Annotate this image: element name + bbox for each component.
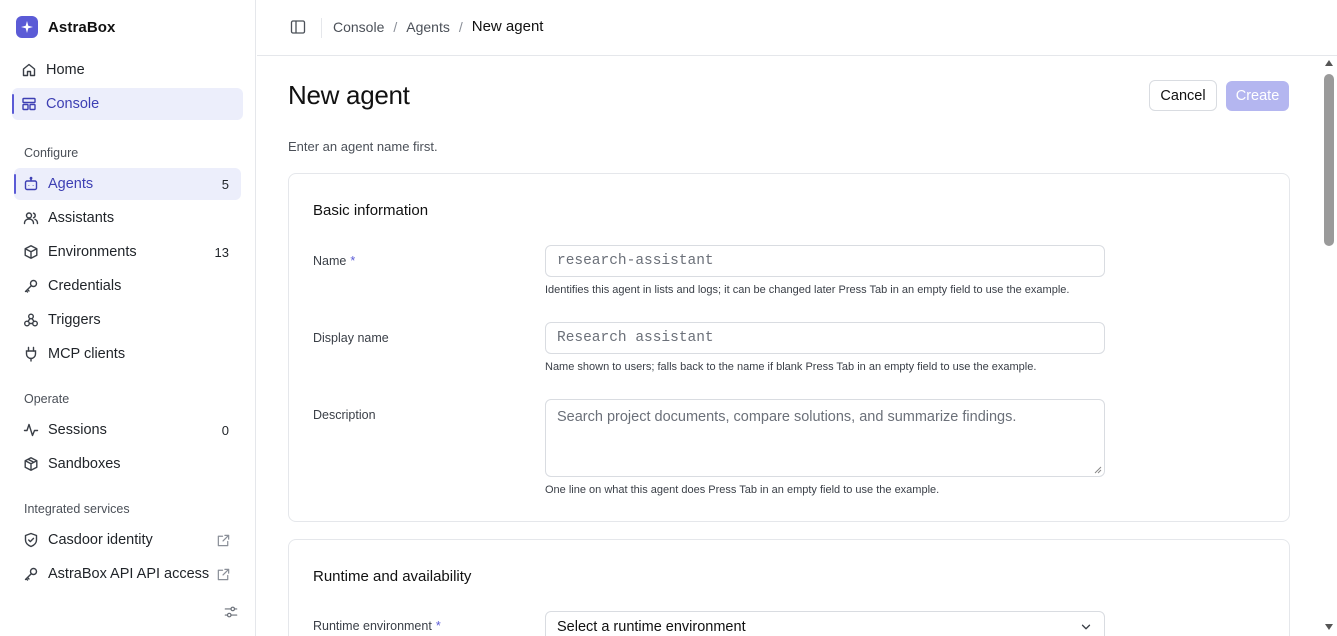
sidebar-item-label: Agents: [48, 176, 94, 192]
brand-name: AstraBox: [48, 18, 116, 36]
sidebar-item-label: Triggers: [48, 312, 101, 328]
scrollbar-thumb[interactable]: [1324, 74, 1334, 246]
breadcrumb: Console / Agents / New agent: [333, 18, 543, 35]
sidebar-item-sandboxes[interactable]: Sandboxes: [14, 448, 245, 480]
key-icon: [23, 566, 39, 582]
sidebar-item-home[interactable]: Home: [12, 54, 243, 86]
create-button[interactable]: Create: [1226, 81, 1289, 111]
sidebar-item-sessions[interactable]: Sessions 0: [14, 414, 241, 446]
required-marker: *: [350, 254, 356, 268]
sidebar-item-label: Credentials: [48, 278, 122, 294]
display-name-label: Display name: [313, 331, 389, 345]
cancel-button[interactable]: Cancel: [1149, 80, 1217, 111]
description-label: Description: [313, 408, 376, 422]
sidebar-item-label: Assistants: [48, 210, 115, 226]
runtime-environment-select[interactable]: Select a runtime environment: [545, 611, 1105, 636]
display-name-input[interactable]: Research assistant: [545, 322, 1105, 354]
runtime-availability-card: Runtime and availability Runtime environ…: [288, 539, 1290, 636]
sidebar-item-label: AstraBox API API access: [48, 566, 210, 582]
breadcrumb-separator: /: [393, 18, 398, 35]
sidebar: AstraBox Home Console Configure Agents 5…: [0, 0, 256, 636]
runtime-environment-label: Runtime environment *: [313, 619, 441, 633]
description-placeholder: Search project documents, compare soluti…: [557, 409, 1017, 425]
environments-count: 13: [214, 244, 229, 260]
sidebar-item-label: Casdoor identity: [48, 532, 153, 548]
sidebar-item-label: MCP clients: [48, 346, 126, 362]
sidebar-item-label: Sandboxes: [48, 456, 121, 472]
plug-icon: [23, 346, 39, 362]
sidebar-item-label: Home: [46, 62, 85, 78]
breadcrumb-agents[interactable]: Agents: [406, 19, 450, 35]
sidebar-item-assistants[interactable]: Assistants: [14, 202, 245, 234]
card-title: Basic information: [313, 202, 429, 219]
name-label: Name *: [313, 254, 356, 268]
brand-logo-icon: [16, 16, 38, 38]
description-help: One line on what this agent does Press T…: [545, 484, 940, 496]
console-icon: [21, 96, 37, 112]
external-link-icon: [216, 567, 231, 582]
topbar: Console / Agents / New agent: [257, 0, 1337, 56]
settings-sliders-icon[interactable]: [222, 603, 240, 621]
external-link-icon: [216, 533, 231, 548]
sidebar-item-casdoor-identity[interactable]: Casdoor identity: [14, 524, 241, 556]
section-label-configure: Configure: [24, 146, 79, 160]
webhook-icon: [23, 312, 39, 328]
sidebar-item-api-access[interactable]: AstraBox API API access: [14, 558, 241, 590]
sidebar-item-agents[interactable]: Agents 5: [14, 168, 241, 200]
basic-information-card: Basic information Name * research-assista…: [288, 173, 1290, 522]
shield-icon: [23, 532, 39, 548]
description-textarea[interactable]: Search project documents, compare soluti…: [545, 399, 1105, 477]
bot-icon: [23, 176, 39, 192]
breadcrumb-console[interactable]: Console: [333, 19, 384, 35]
activity-icon: [23, 422, 39, 438]
users-icon: [23, 210, 39, 226]
breadcrumb-separator: /: [458, 18, 463, 35]
sidebar-item-environments[interactable]: Environments 13: [14, 236, 241, 268]
sidebar-item-label: Sessions: [48, 422, 107, 438]
sidebar-toggle-icon[interactable]: [289, 18, 307, 36]
name-input[interactable]: research-assistant: [545, 245, 1105, 277]
sidebar-item-console[interactable]: Console: [12, 88, 243, 120]
sidebar-item-mcp-clients[interactable]: MCP clients: [14, 338, 245, 370]
key-icon: [23, 278, 39, 294]
scroll-up-arrow-icon[interactable]: [1325, 60, 1333, 66]
sidebar-item-triggers[interactable]: Triggers: [14, 304, 245, 336]
scrollbar[interactable]: [1321, 56, 1337, 636]
chevron-down-icon: [1079, 620, 1093, 634]
sidebar-item-credentials[interactable]: Credentials: [14, 270, 245, 302]
box-icon: [23, 456, 39, 472]
sessions-count: 0: [221, 422, 229, 438]
sidebar-item-label: Environments: [48, 244, 137, 260]
runtime-environment-value: Select a runtime environment: [557, 619, 746, 635]
section-label-integrated: Integrated services: [24, 502, 130, 516]
display-name-help: Name shown to users; falls back to the n…: [545, 361, 1037, 373]
sidebar-item-label: Console: [46, 96, 100, 112]
brand[interactable]: AstraBox: [16, 16, 116, 38]
resize-handle-icon[interactable]: [1094, 466, 1102, 474]
cube-icon: [23, 244, 39, 260]
name-help: Identifies this agent in lists and logs;…: [545, 284, 1070, 296]
scroll-down-arrow-icon[interactable]: [1325, 624, 1333, 630]
page-title: New agent: [288, 80, 410, 110]
breadcrumb-current: New agent: [471, 18, 544, 35]
card-title: Runtime and availability: [313, 568, 472, 585]
topbar-divider: [321, 18, 322, 38]
form-hint: Enter an agent name first.: [288, 139, 438, 154]
home-icon: [21, 62, 37, 78]
required-marker: *: [435, 619, 441, 633]
section-label-operate: Operate: [24, 392, 70, 406]
agents-count: 5: [221, 176, 229, 192]
